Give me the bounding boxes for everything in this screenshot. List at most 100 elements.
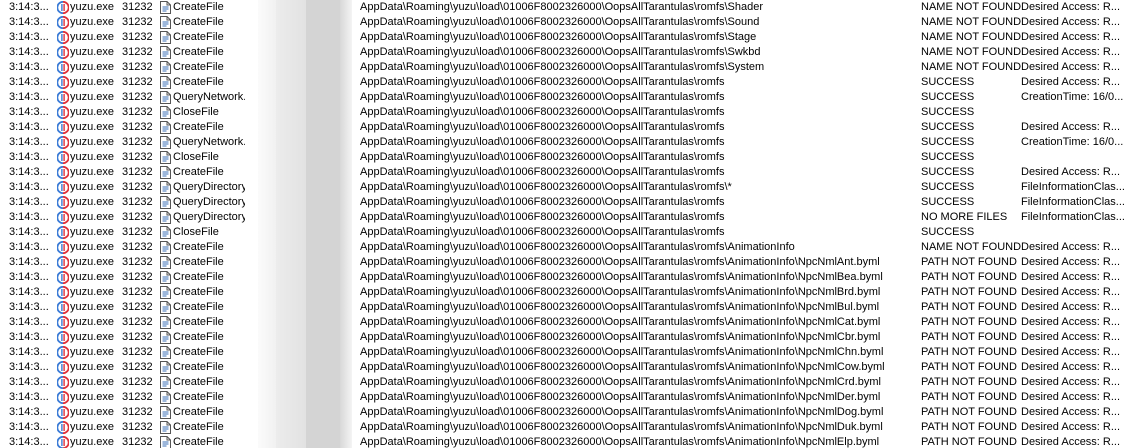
event-operation: QueryDirectory	[173, 211, 245, 223]
event-row[interactable]: 3:14:3... yuzu.exe 31232 CreateFile AppD…	[0, 435, 1130, 448]
event-row[interactable]: 3:14:3... yuzu.exe 31232 CreateFile AppD…	[0, 240, 1130, 255]
file-page-icon	[159, 331, 172, 344]
yuzu-process-icon	[57, 136, 69, 149]
event-detail: Desired Access: R...	[1021, 16, 1121, 28]
event-path: AppData\Roaming\yuzu\load\01006F80023260…	[360, 61, 765, 73]
event-row[interactable]: 3:14:3... yuzu.exe 31232 CreateFile AppD…	[0, 330, 1130, 345]
event-row[interactable]: 3:14:3... yuzu.exe 31232 CreateFile AppD…	[0, 15, 1130, 30]
event-path: AppData\Roaming\yuzu\load\01006F80023260…	[360, 31, 757, 43]
event-detail	[1021, 225, 1130, 240]
yuzu-process-icon	[57, 166, 69, 179]
event-result: PATH NOT FOUND	[921, 286, 1017, 298]
event-result: PATH NOT FOUND	[921, 436, 1017, 448]
event-row[interactable]: 3:14:3... yuzu.exe 31232 CreateFile AppD…	[0, 0, 1130, 15]
event-operation: QueryNetwork...	[173, 91, 245, 103]
event-process-name: yuzu.exe	[70, 256, 115, 268]
event-result: SUCCESS	[921, 91, 975, 103]
event-detail: Desired Access: R...	[1021, 121, 1121, 133]
event-row[interactable]: 3:14:3... yuzu.exe 31232 CreateFile AppD…	[0, 375, 1130, 390]
yuzu-process-icon	[57, 301, 69, 314]
event-result: PATH NOT FOUND	[921, 271, 1017, 283]
event-row[interactable]: 3:14:3... yuzu.exe 31232 QueryNetwork...…	[0, 135, 1130, 150]
event-row[interactable]: 3:14:3... yuzu.exe 31232 CloseFile AppDa…	[0, 105, 1130, 120]
event-path: AppData\Roaming\yuzu\load\01006F80023260…	[360, 271, 883, 283]
event-result: SUCCESS	[921, 196, 975, 208]
event-path: AppData\Roaming\yuzu\load\01006F80023260…	[360, 406, 884, 418]
event-row[interactable]: 3:14:3... yuzu.exe 31232 CreateFile AppD…	[0, 270, 1130, 285]
event-time: 3:14:3...	[9, 391, 49, 403]
event-path: AppData\Roaming\yuzu\load\01006F80023260…	[360, 121, 725, 133]
event-pid: 31232	[122, 331, 153, 343]
event-path: AppData\Roaming\yuzu\load\01006F80023260…	[360, 301, 880, 313]
file-page-icon	[159, 436, 172, 448]
event-result: SUCCESS	[921, 181, 975, 193]
event-operation: CreateFile	[173, 316, 224, 328]
event-row[interactable]: 3:14:3... yuzu.exe 31232 CreateFile AppD…	[0, 405, 1130, 420]
event-row[interactable]: 3:14:3... yuzu.exe 31232 CloseFile AppDa…	[0, 150, 1130, 165]
event-operation: CreateFile	[173, 421, 224, 433]
event-detail: Desired Access: R...	[1021, 361, 1121, 373]
event-process-name: yuzu.exe	[70, 166, 115, 178]
event-row[interactable]: 3:14:3... yuzu.exe 31232 CreateFile AppD…	[0, 390, 1130, 405]
event-pid: 31232	[122, 346, 153, 358]
event-row[interactable]: 3:14:3... yuzu.exe 31232 CreateFile AppD…	[0, 300, 1130, 315]
event-process-name: yuzu.exe	[70, 196, 115, 208]
file-page-icon	[159, 196, 172, 209]
yuzu-process-icon	[57, 241, 69, 254]
event-pid: 31232	[122, 421, 153, 433]
event-path: AppData\Roaming\yuzu\load\01006F80023260…	[360, 331, 881, 343]
event-row[interactable]: 3:14:3... yuzu.exe 31232 QueryNetwork...…	[0, 90, 1130, 105]
event-row[interactable]: 3:14:3... yuzu.exe 31232 CreateFile AppD…	[0, 285, 1130, 300]
event-row[interactable]: 3:14:3... yuzu.exe 31232 CreateFile AppD…	[0, 45, 1130, 60]
event-row[interactable]: 3:14:3... yuzu.exe 31232 CreateFile AppD…	[0, 420, 1130, 435]
event-pid: 31232	[122, 301, 153, 313]
event-row[interactable]: 3:14:3... yuzu.exe 31232 CreateFile AppD…	[0, 255, 1130, 270]
file-page-icon	[159, 211, 172, 224]
event-row[interactable]: 3:14:3... yuzu.exe 31232 CreateFile AppD…	[0, 120, 1130, 135]
event-operation: CreateFile	[173, 301, 224, 313]
event-path: AppData\Roaming\yuzu\load\01006F80023260…	[360, 256, 880, 268]
event-row[interactable]: 3:14:3... yuzu.exe 31232 CreateFile AppD…	[0, 315, 1130, 330]
file-page-icon	[159, 256, 172, 269]
event-row[interactable]: 3:14:3... yuzu.exe 31232 CreateFile AppD…	[0, 165, 1130, 180]
event-time: 3:14:3...	[9, 421, 49, 433]
file-page-icon	[159, 286, 172, 299]
event-operation: CreateFile	[173, 121, 224, 133]
event-operation: CreateFile	[173, 61, 224, 73]
file-page-icon	[159, 241, 172, 254]
event-row[interactable]: 3:14:3... yuzu.exe 31232 CloseFile AppDa…	[0, 225, 1130, 240]
yuzu-process-icon	[57, 1, 69, 14]
event-pid: 31232	[122, 136, 153, 148]
event-pid: 31232	[122, 31, 153, 43]
event-pid: 31232	[122, 406, 153, 418]
event-row[interactable]: 3:14:3... yuzu.exe 31232 CreateFile AppD…	[0, 345, 1130, 360]
event-time: 3:14:3...	[9, 301, 49, 313]
event-row[interactable]: 3:14:3... yuzu.exe 31232 CreateFile AppD…	[0, 60, 1130, 75]
event-row[interactable]: 3:14:3... yuzu.exe 31232 CreateFile AppD…	[0, 75, 1130, 90]
file-page-icon	[159, 271, 172, 284]
event-time: 3:14:3...	[9, 61, 49, 73]
event-row[interactable]: 3:14:3... yuzu.exe 31232 CreateFile AppD…	[0, 30, 1130, 45]
event-process-name: yuzu.exe	[70, 16, 115, 28]
event-operation: CreateFile	[173, 256, 224, 268]
event-path: AppData\Roaming\yuzu\load\01006F80023260…	[360, 376, 881, 388]
event-time: 3:14:3...	[9, 271, 49, 283]
event-time: 3:14:3...	[9, 196, 49, 208]
event-detail: Desired Access: R...	[1021, 316, 1121, 328]
yuzu-process-icon	[57, 271, 69, 284]
event-row[interactable]: 3:14:3... yuzu.exe 31232 QueryDirectory …	[0, 195, 1130, 210]
event-process-name: yuzu.exe	[70, 121, 115, 133]
event-pid: 31232	[122, 61, 153, 73]
event-path: AppData\Roaming\yuzu\load\01006F80023260…	[360, 361, 885, 373]
event-row[interactable]: 3:14:3... yuzu.exe 31232 QueryDirectory …	[0, 210, 1130, 225]
yuzu-process-icon	[57, 16, 69, 29]
yuzu-process-icon	[57, 256, 69, 269]
event-row[interactable]: 3:14:3... yuzu.exe 31232 CreateFile AppD…	[0, 360, 1130, 375]
event-process-name: yuzu.exe	[70, 361, 115, 373]
event-operation: CreateFile	[173, 286, 224, 298]
yuzu-process-icon	[57, 421, 69, 434]
event-path: AppData\Roaming\yuzu\load\01006F80023260…	[360, 436, 880, 448]
event-process-name: yuzu.exe	[70, 211, 115, 223]
event-row[interactable]: 3:14:3... yuzu.exe 31232 QueryDirectory …	[0, 180, 1130, 195]
event-process-name: yuzu.exe	[70, 391, 115, 403]
